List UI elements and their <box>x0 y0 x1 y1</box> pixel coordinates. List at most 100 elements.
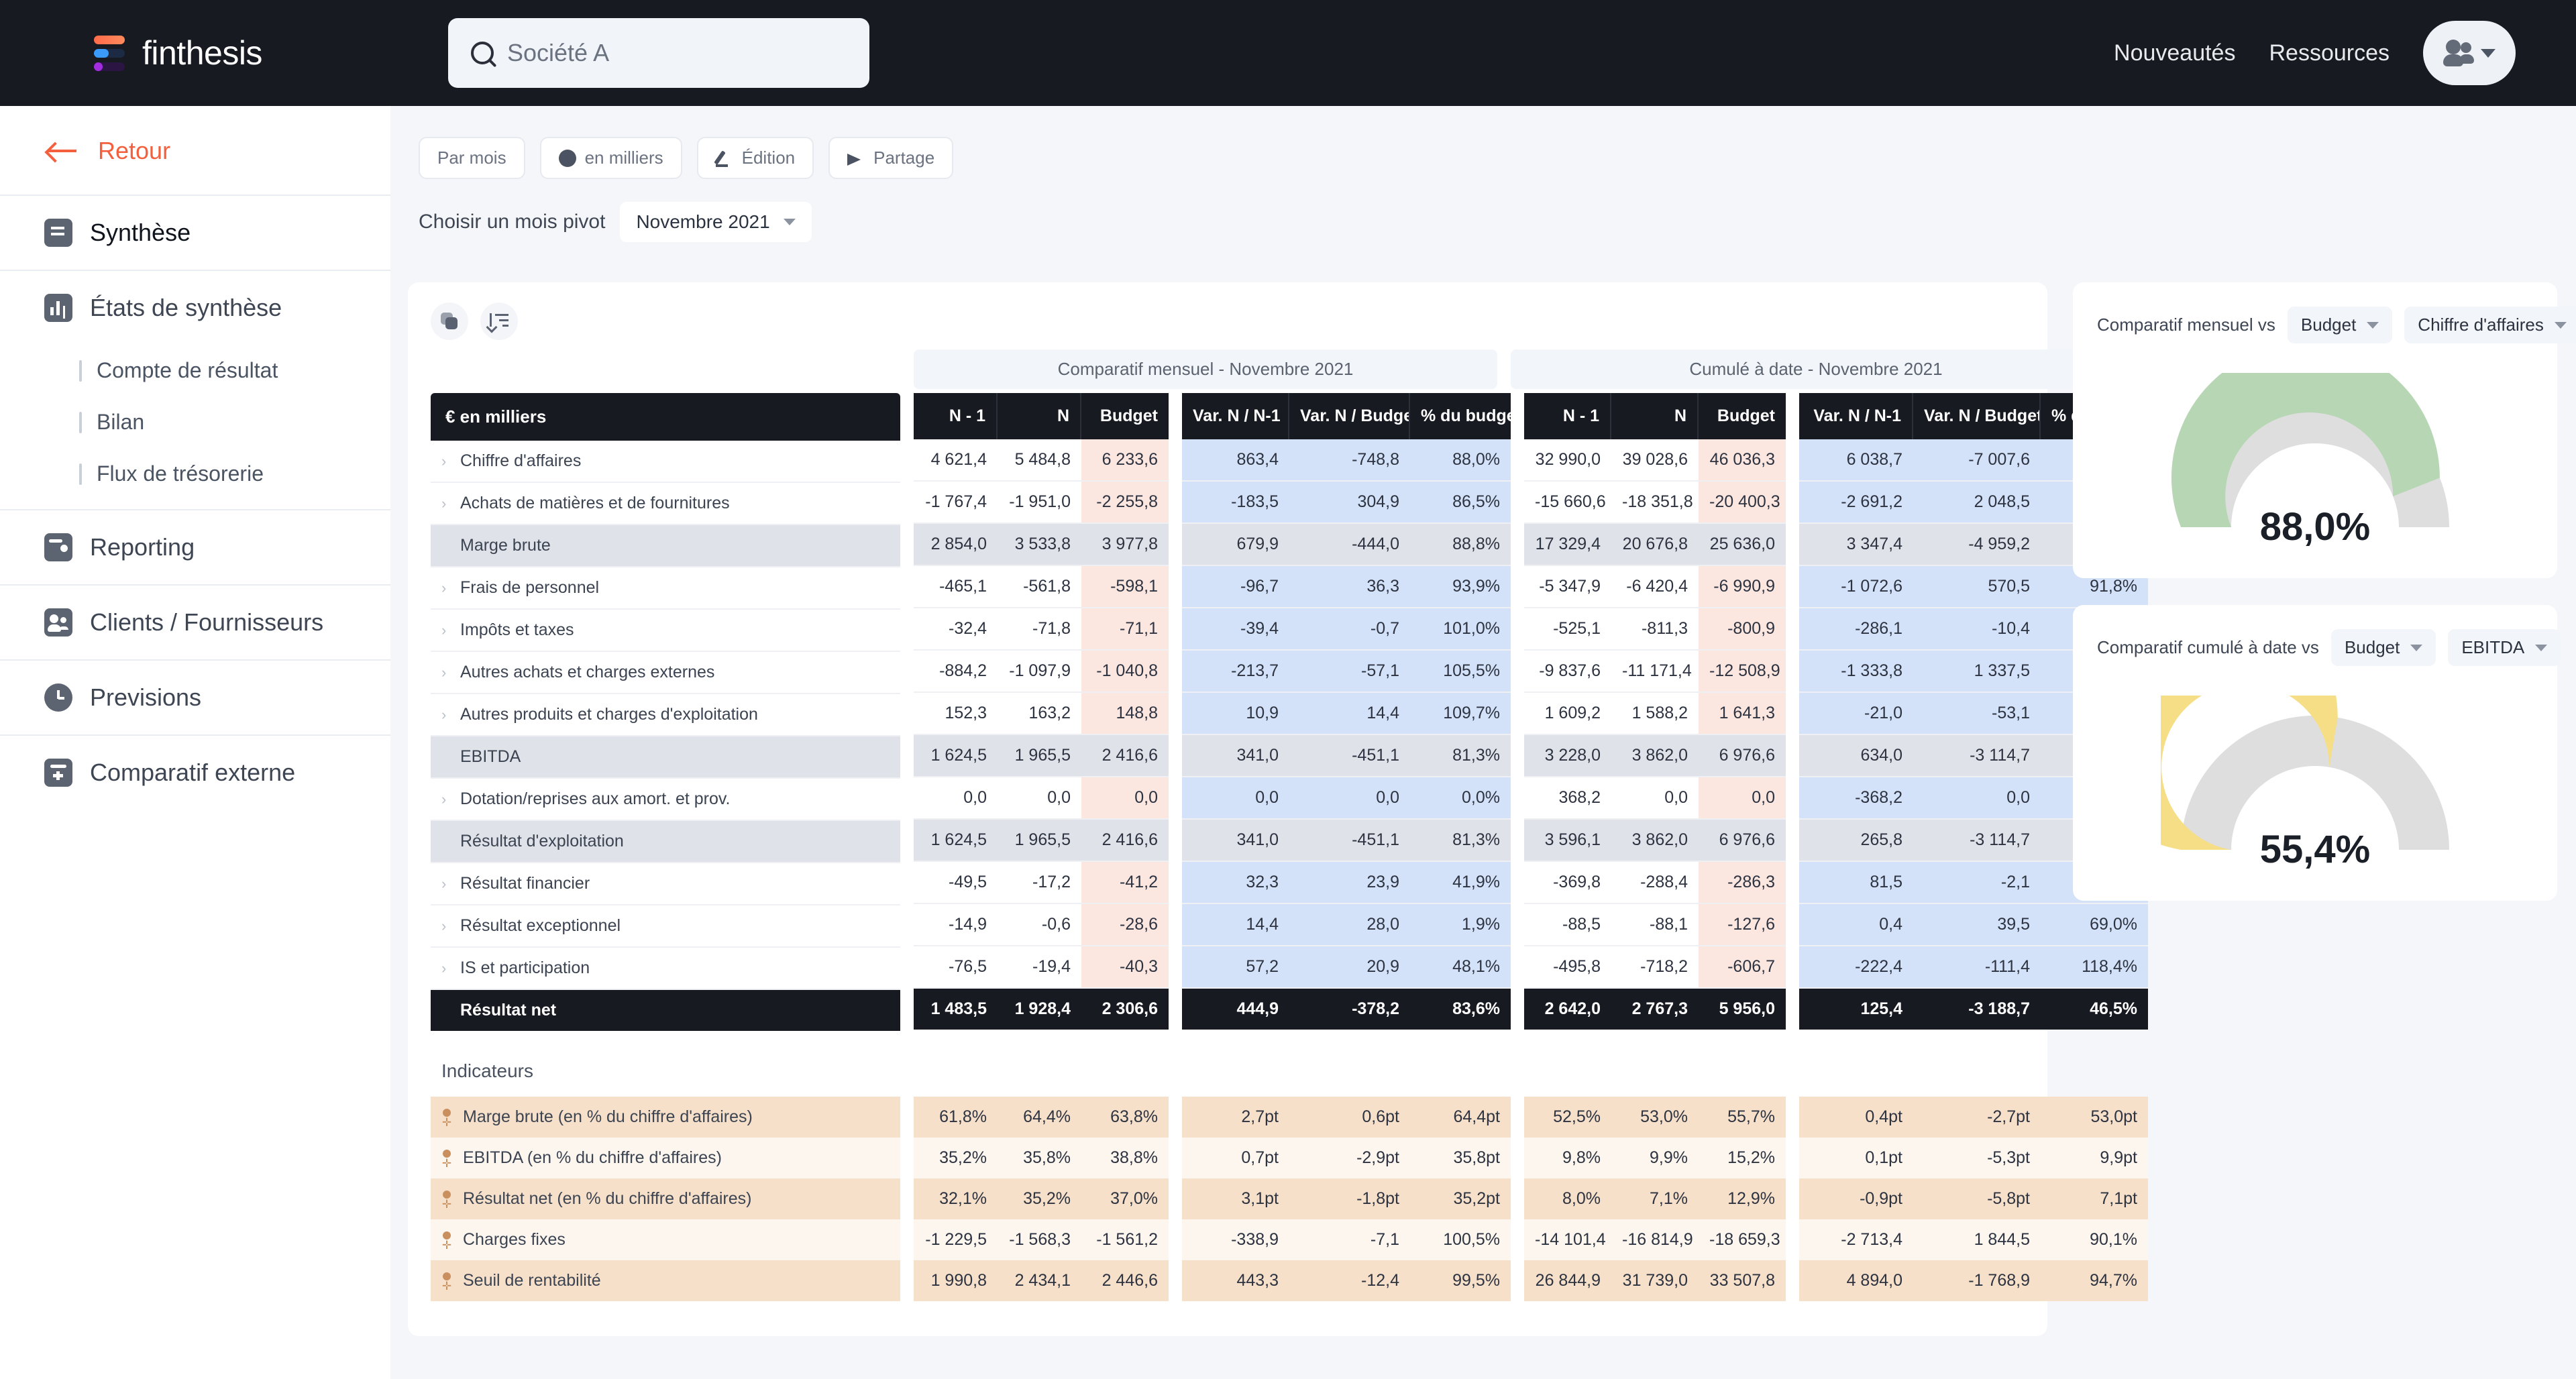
table-row: 444,9 -378,2 83,6% <box>1182 989 1511 1030</box>
indicator-cell: 3,1pt <box>1182 1178 1289 1219</box>
sidebar-item-previsions[interactable]: Previsions <box>0 661 390 734</box>
column-header[interactable]: N - 1 <box>1524 393 1611 439</box>
table-row[interactable]: › Frais de personnel <box>431 567 900 610</box>
chevron-down-icon <box>2554 321 2567 329</box>
table-cell: -49,5 <box>914 862 998 904</box>
indicator-row: 0,4pt -2,7pt 53,0pt <box>1799 1097 2148 1138</box>
sidebar-item-comparatif-externe[interactable]: Comparatif externe <box>0 736 390 810</box>
column-header[interactable]: Budget <box>1081 393 1169 439</box>
sidebar-subitem-flux-de-tresorerie[interactable]: Flux de trésorerie <box>0 448 390 509</box>
table-row[interactable]: › Autres achats et charges externes <box>431 652 900 694</box>
gear-move-icon: ✛ <box>441 1231 452 1251</box>
table-cell: 1,9% <box>1410 904 1511 946</box>
table-cell: 570,5 <box>1913 566 2041 608</box>
indicator-row[interactable]: ✛ Marge brute (en % du chiffre d'affaires… <box>431 1097 900 1138</box>
column-header[interactable]: Var. N / Budget <box>1913 393 2041 439</box>
row-label-text: Autres produits et charges d'exploitatio… <box>460 705 758 724</box>
layers-icon <box>441 313 458 330</box>
account-menu-button[interactable] <box>2423 21 2516 85</box>
table-row: 1 624,5 1 965,5 2 416,6 <box>914 735 1169 777</box>
indicator-cell: 64,4pt <box>1410 1097 1511 1138</box>
indicator-cell: 94,7% <box>2041 1260 2148 1301</box>
row-label-text: Résultat exceptionnel <box>460 916 621 935</box>
table-row[interactable]: › Résultat exceptionnel <box>431 905 900 948</box>
gauge-metric-select-monthly[interactable]: Chiffre d'affaires <box>2404 307 2576 343</box>
chevron-right-icon: › <box>441 621 447 639</box>
table-cell: 6 976,6 <box>1699 820 1786 862</box>
nav-ressources[interactable]: Ressources <box>2269 40 2390 66</box>
gauge-basis-select-ytd[interactable]: Budget <box>2330 629 2436 666</box>
table-row: -213,7 -57,1 105,5% <box>1182 651 1511 693</box>
column-header[interactable]: Var. N / N-1 <box>1182 393 1289 439</box>
search-icon <box>471 42 494 64</box>
table-cell: 105,5% <box>1410 651 1511 693</box>
table-row[interactable]: › IS et participation <box>431 948 900 990</box>
table-cell: 3 228,0 <box>1524 735 1611 777</box>
gear-move-icon: ✛ <box>441 1108 452 1128</box>
sidebar-subitem-bilan[interactable]: Bilan <box>0 396 390 448</box>
column-header[interactable]: Var. N / N-1 <box>1799 393 1913 439</box>
pivot-month-select[interactable]: Novembre 2021 <box>620 202 812 242</box>
gauge-metric-select-ytd[interactable]: EBITDA <box>2448 629 2561 666</box>
table-row[interactable]: › Chiffre d'affaires <box>431 441 900 483</box>
indicator-cell: 53,0pt <box>2041 1097 2148 1138</box>
column-header[interactable]: N <box>998 393 1081 439</box>
indicator-row[interactable]: ✛ Charges fixes <box>431 1219 900 1260</box>
table-cell: -71,1 <box>1081 608 1169 651</box>
layers-button[interactable] <box>431 302 468 340</box>
table-row[interactable]: › Résultat financier <box>431 863 900 905</box>
table-cell: 6 976,6 <box>1699 735 1786 777</box>
indicator-cell: 35,2% <box>998 1178 1081 1219</box>
sidebar-section-clients: Clients / Fournisseurs <box>0 584 390 659</box>
row-label: › Autres achats et charges externes <box>431 652 900 694</box>
column-header[interactable]: N <box>1611 393 1699 439</box>
table-row[interactable]: › Autres produits et charges d'exploitati… <box>431 694 900 736</box>
sidebar-item-clients-fournisseurs[interactable]: Clients / Fournisseurs <box>0 586 390 659</box>
chip-edition[interactable]: Édition <box>696 137 814 179</box>
sort-button[interactable] <box>480 302 518 340</box>
nav-nouveautes[interactable]: Nouveautés <box>2114 40 2235 66</box>
row-label: › Dotation/reprises aux amort. et prov. <box>431 779 900 821</box>
indicator-row[interactable]: ✛ Seuil de rentabilité <box>431 1260 900 1301</box>
column-header[interactable]: Var. N / Budget <box>1289 393 1410 439</box>
indicator-row[interactable]: ✛ EBITDA (en % du chiffre d'affaires) <box>431 1138 900 1178</box>
table-cell: -5 347,9 <box>1524 566 1611 608</box>
table-row[interactable]: ›Résultat net <box>431 990 900 1031</box>
sort-icon <box>490 313 508 330</box>
table-row[interactable]: ›Résultat d'exploitation <box>431 821 900 863</box>
sidebar-item-label: Synthèse <box>90 219 191 246</box>
subitem-marker <box>79 463 82 485</box>
row-label-text: Impôts et taxes <box>460 620 574 639</box>
indicator-row[interactable]: ✛ Résultat net (en % du chiffre d'affaire… <box>431 1178 900 1219</box>
sidebar-item-reporting[interactable]: Reporting <box>0 510 390 584</box>
indicator-cell: 9,9% <box>1611 1138 1699 1178</box>
table-row: -525,1 -811,3 -800,9 <box>1524 608 1786 651</box>
table-row[interactable]: ›EBITDA <box>431 736 900 779</box>
column-header[interactable]: N - 1 <box>914 393 998 439</box>
table-row[interactable]: › Achats de matières et de fournitures <box>431 483 900 525</box>
brand-logo[interactable]: finthesis <box>94 34 262 72</box>
indicator-cell: 0,4pt <box>1799 1097 1913 1138</box>
chip-par-mois[interactable]: Par mois <box>419 137 525 179</box>
gauge-panels: Comparatif mensuel vs Budget Chiffre d'a… <box>2073 282 2576 901</box>
sidebar-subitem-compte-de-resultat[interactable]: Compte de résultat <box>0 345 390 396</box>
table-cell: 341,0 <box>1182 820 1289 862</box>
indicator-cell: 52,5% <box>1524 1097 1611 1138</box>
row-label: ›Marge brute <box>431 525 900 567</box>
gauge-basis-select-monthly[interactable]: Budget <box>2287 307 2393 343</box>
chip-en-milliers[interactable]: en milliers <box>539 137 682 179</box>
table-row[interactable]: › Dotation/reprises aux amort. et prov. <box>431 779 900 821</box>
chip-partage[interactable]: Partage <box>828 137 954 179</box>
chip-label: en milliers <box>584 148 663 168</box>
view-toolbar: Par mois en milliers Édition Partage <box>419 137 2557 179</box>
table-row[interactable]: › Impôts et taxes <box>431 610 900 652</box>
wallet-icon <box>44 533 72 561</box>
indicator-cell: -16 814,9 <box>1611 1219 1699 1260</box>
table-row[interactable]: ›Marge brute <box>431 525 900 567</box>
column-header[interactable]: % du budget <box>1410 393 1511 439</box>
column-header[interactable]: Budget <box>1699 393 1786 439</box>
back-button[interactable]: Retour <box>0 137 390 195</box>
sidebar-item-synthese[interactable]: Synthèse <box>0 196 390 270</box>
sidebar-item-etats-de-synthese[interactable]: États de synthèse <box>0 271 390 345</box>
search-input[interactable]: Société A <box>448 18 869 88</box>
